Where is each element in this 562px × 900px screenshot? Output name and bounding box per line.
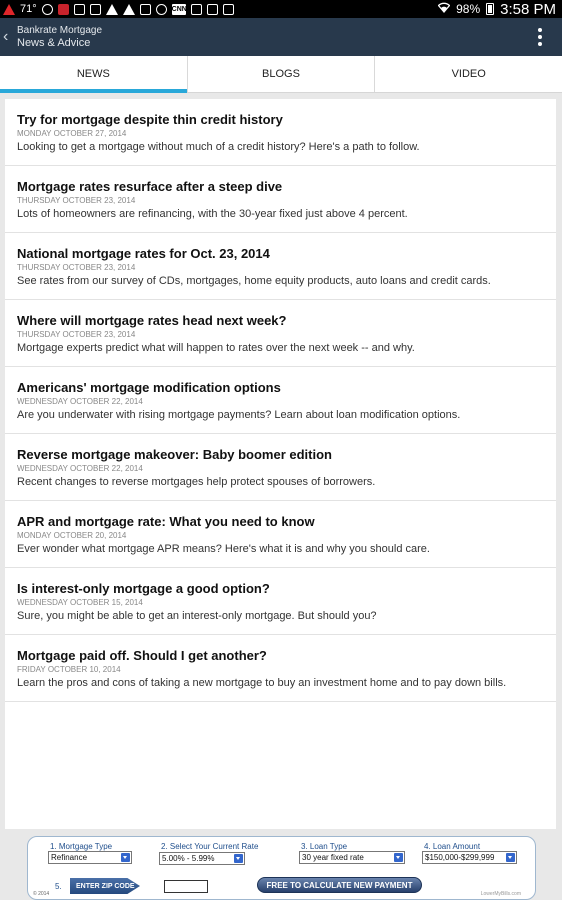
image-notification-icon	[73, 3, 85, 15]
chevron-down-icon	[121, 853, 130, 862]
article-date: FRIDAY OCTOBER 10, 2014	[17, 665, 121, 674]
article-date: THURSDAY OCTOBER 23, 2014	[17, 196, 136, 205]
overflow-menu-icon[interactable]	[538, 28, 542, 46]
article-summary: Mortgage experts predict what will happe…	[17, 342, 415, 354]
list-item[interactable]: Try for mortgage despite thin credit his…	[5, 99, 556, 166]
article-title: Mortgage rates resurface after a steep d…	[17, 179, 283, 194]
article-list: Try for mortgage despite thin credit his…	[5, 99, 556, 829]
wifi-icon	[437, 2, 451, 16]
mortgage-type-select[interactable]: Refinance	[48, 851, 132, 864]
article-title: Where will mortgage rates head next week…	[17, 313, 287, 328]
article-title: APR and mortgage rate: What you need to …	[17, 514, 315, 529]
bag-icon	[190, 3, 202, 15]
cloud-icon	[155, 3, 167, 15]
list-item[interactable]: Mortgage rates resurface after a steep d…	[5, 166, 556, 233]
mortgage-type-label: 1. Mortgage Type	[50, 842, 113, 851]
clock: 3:58 PM	[500, 0, 556, 18]
temperature-readout: 71°	[20, 3, 37, 15]
loan-amount-value: $150,000-$299,999	[425, 853, 495, 862]
current-rate-value: 5.00% - 5.99%	[162, 854, 215, 863]
article-summary: Recent changes to reverse mortgages help…	[17, 476, 376, 488]
article-summary: Looking to get a mortgage without much o…	[17, 141, 420, 153]
bag-icon-2	[206, 3, 218, 15]
loan-type-select[interactable]: 30 year fixed rate	[299, 851, 405, 864]
article-date: THURSDAY OCTOBER 23, 2014	[17, 263, 136, 272]
article-date: WEDNESDAY OCTOBER 15, 2014	[17, 598, 143, 607]
ad-brand: LowerMyBills.com	[480, 891, 521, 897]
blocked-icon	[41, 3, 53, 15]
list-item[interactable]: Is interest-only mortgage a good option?…	[5, 568, 556, 635]
article-summary: Lots of homeowners are refinancing, with…	[17, 208, 408, 220]
app-titles[interactable]: Bankrate Mortgage News & Advice	[17, 25, 102, 50]
article-date: WEDNESDAY OCTOBER 22, 2014	[17, 464, 143, 473]
cnn-icon: CNN	[171, 3, 187, 15]
list-item[interactable]: Americans' mortgage modification options…	[5, 367, 556, 434]
bag-icon-3	[222, 3, 234, 15]
article-date: THURSDAY OCTOBER 23, 2014	[17, 330, 136, 339]
chevron-down-icon	[394, 853, 403, 862]
article-title: Try for mortgage despite thin credit his…	[17, 112, 283, 127]
article-summary: Are you underwater with rising mortgage …	[17, 409, 461, 421]
tab-blogs[interactable]: BLOGS	[188, 56, 376, 92]
article-title: Americans' mortgage modification options	[17, 380, 281, 395]
zip-code-input[interactable]	[164, 880, 208, 893]
article-title: Mortgage paid off. Should I get another?	[17, 648, 267, 663]
battery-percent: 98%	[456, 2, 481, 16]
article-title: Is interest-only mortgage a good option?	[17, 581, 270, 596]
alert-icon-2	[122, 3, 135, 15]
step-5-label: 5.	[55, 882, 62, 891]
article-date: WEDNESDAY OCTOBER 22, 2014	[17, 397, 143, 406]
battery-icon	[486, 3, 495, 15]
loan-type-label: 3. Loan Type	[301, 842, 348, 851]
article-summary: Ever wonder what mortgage APR means? Her…	[17, 543, 430, 555]
list-item[interactable]: Where will mortgage rates head next week…	[5, 300, 556, 367]
loan-type-value: 30 year fixed rate	[302, 853, 364, 862]
app-notification-icon	[57, 3, 69, 15]
app-bar: ‹ Bankrate Mortgage News & Advice	[0, 18, 562, 56]
app-name: Bankrate Mortgage	[17, 24, 103, 36]
chevron-down-icon	[234, 854, 243, 863]
enter-zip-code-label: ENTER ZIP CODE	[70, 878, 140, 894]
alert-icon	[105, 3, 118, 15]
back-chevron-icon[interactable]: ‹	[0, 28, 16, 46]
mortgage-type-value: Refinance	[51, 853, 88, 862]
list-item[interactable]: Reverse mortgage makeover: Baby boomer e…	[5, 434, 556, 501]
loan-amount-label: 4. Loan Amount	[424, 842, 481, 851]
gallery-icon	[139, 3, 151, 15]
current-rate-select[interactable]: 5.00% - 5.99%	[159, 852, 245, 865]
loan-amount-select[interactable]: $150,000-$299,999	[422, 851, 517, 864]
page-title: News & Advice	[17, 36, 91, 49]
article-title: National mortgage rates for Oct. 23, 201…	[17, 246, 270, 261]
article-title: Reverse mortgage makeover: Baby boomer e…	[17, 447, 332, 462]
ad-copyright: © 2014	[33, 891, 50, 897]
calculate-payment-button[interactable]: FREE TO CALCULATE NEW PAYMENT	[257, 877, 422, 893]
current-rate-label: 2. Select Your Current Rate	[161, 842, 259, 851]
article-date: MONDAY OCTOBER 20, 2014	[17, 531, 127, 540]
chevron-down-icon	[506, 853, 515, 862]
tab-video[interactable]: VIDEO	[375, 56, 562, 92]
notification-icons: 71° CNN	[0, 3, 234, 15]
list-item[interactable]: Mortgage paid off. Should I get another?…	[5, 635, 556, 702]
warning-icon	[3, 3, 15, 15]
article-date: MONDAY OCTOBER 27, 2014	[17, 129, 127, 138]
article-summary: See rates from our survey of CDs, mortga…	[17, 275, 491, 287]
article-summary: Learn the pros and cons of taking a new …	[17, 677, 507, 689]
status-bar: 71° CNN 98% 3:58 PM	[0, 0, 562, 18]
system-icons: 98% 3:58 PM	[437, 0, 562, 18]
list-item[interactable]: APR and mortgage rate: What you need to …	[5, 501, 556, 568]
ad-banner[interactable]: 1. Mortgage Type Refinance 2. Select You…	[27, 836, 536, 900]
list-item[interactable]: National mortgage rates for Oct. 23, 201…	[5, 233, 556, 300]
tab-bar: NEWS BLOGS VIDEO	[0, 56, 562, 93]
voicemail-icon	[89, 3, 101, 15]
article-summary: Sure, you might be able to get an intere…	[17, 610, 377, 622]
tab-news[interactable]: NEWS	[0, 56, 188, 93]
